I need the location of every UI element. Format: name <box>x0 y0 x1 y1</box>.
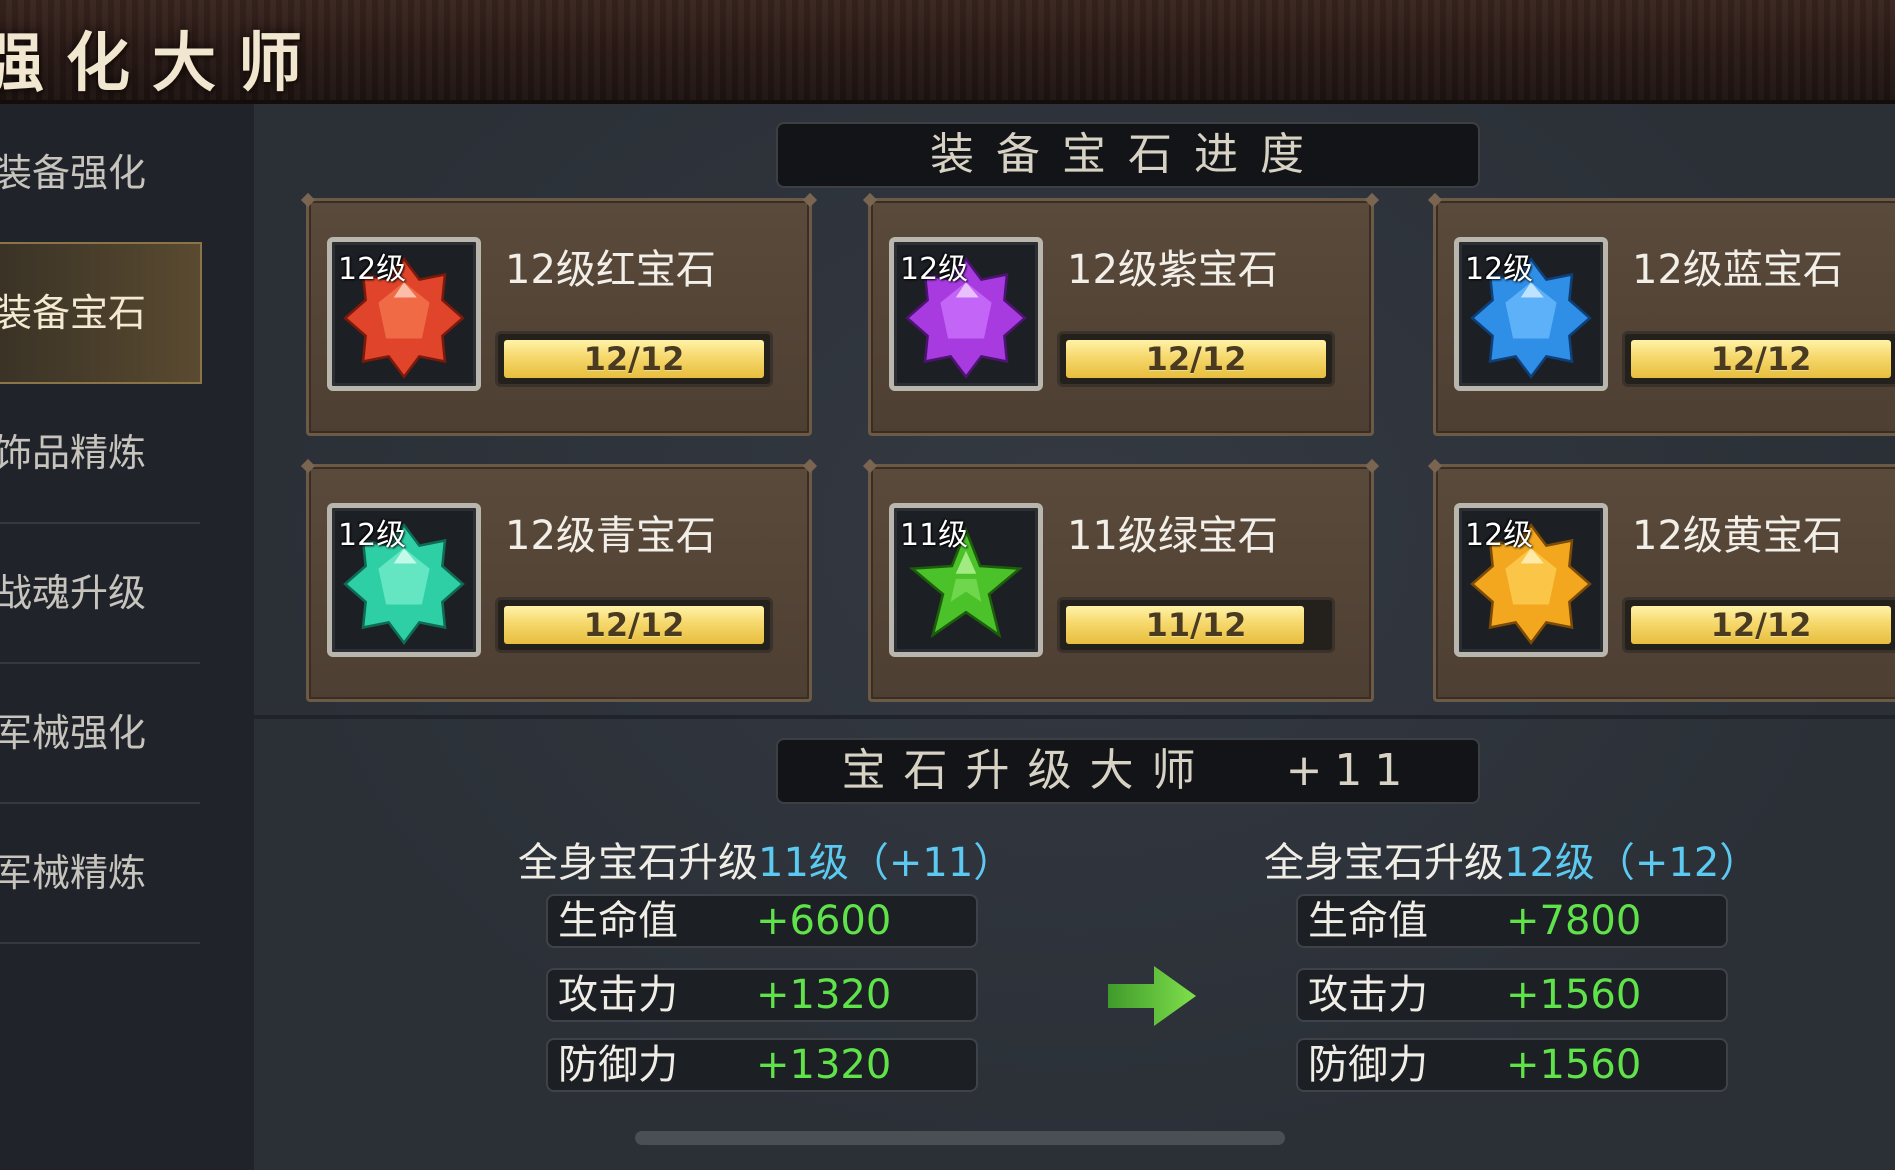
gem-level-badge: 11级 <box>900 518 969 553</box>
gem-card-purple[interactable]: 12级 12级紫宝石 12/12 <box>868 198 1374 436</box>
gem-name: 12级红宝石 <box>505 247 716 293</box>
stat-value: +1320 <box>756 1042 892 1088</box>
sidebar-item-war-soul-upgrade[interactable]: 战魂升级 <box>0 524 200 664</box>
current-tier-title: 全身宝石升级11级（+11） <box>518 830 1013 888</box>
current-tier-prefix: 全身宝石升级 <box>518 840 758 886</box>
next-tier-prefix: 全身宝石升级 <box>1264 840 1504 886</box>
main-panel: 装备宝石进度 12级 12级红宝石 12/12 12级 12级紫宝石 12/12… <box>254 104 1895 1170</box>
gem-progress-text: 12/12 <box>583 606 685 644</box>
gem-progress-header: 装备宝石进度 <box>776 122 1480 188</box>
gem-progress-text: 12/12 <box>1710 340 1812 378</box>
gem-progress-bar: 11/12 <box>1057 597 1335 653</box>
next-stat-defense: 防御力 +1560 <box>1296 1038 1728 1092</box>
gem-progress-bar: 12/12 <box>1622 597 1895 653</box>
gem-card-cyan[interactable]: 12级 12级青宝石 12/12 <box>306 464 812 702</box>
gem-progress-text: 11/12 <box>1145 606 1247 644</box>
gem-card-yellow[interactable]: 12级 12级黄宝石 12/12 <box>1433 464 1895 702</box>
stat-label: 生命值 <box>1308 898 1428 944</box>
window-title: 强化大师 <box>0 26 324 101</box>
gem-progress-bar: 12/12 <box>1622 331 1895 387</box>
stat-label: 攻击力 <box>558 972 678 1018</box>
next-tier-level: 12级（+12） <box>1504 840 1760 886</box>
current-tier-level: 11级（+11） <box>758 840 1014 886</box>
stat-value: +1320 <box>756 972 892 1018</box>
gem-card-blue[interactable]: 12级 12级蓝宝石 12/12 <box>1433 198 1895 436</box>
gem-level-badge: 12级 <box>1465 518 1534 553</box>
gem-name: 12级紫宝石 <box>1067 247 1278 293</box>
scrollbar[interactable] <box>635 1131 1285 1145</box>
sidebar-item-armament-enhance[interactable]: 军械强化 <box>0 664 200 804</box>
gem-frame: 12级 <box>327 237 481 391</box>
gem-frame: 12级 <box>1454 503 1608 657</box>
next-stat-hp: 生命值 +7800 <box>1296 894 1728 948</box>
gem-frame: 12级 <box>327 503 481 657</box>
gem-level-badge: 12级 <box>900 252 969 287</box>
current-stat-hp: 生命值 +6600 <box>546 894 978 948</box>
sidebar: 装备强化 装备宝石 饰品精炼 战魂升级 军械强化 军械精炼 <box>0 104 254 1170</box>
section-divider <box>254 715 1895 719</box>
sidebar-item-armament-refine[interactable]: 军械精炼 <box>0 804 200 944</box>
gem-master-header: 宝石升级大师 +11 <box>776 738 1480 804</box>
gem-name: 12级青宝石 <box>505 513 716 559</box>
current-stat-attack: 攻击力 +1320 <box>546 968 978 1022</box>
stat-value: +1560 <box>1506 972 1642 1018</box>
gem-level-badge: 12级 <box>1465 252 1534 287</box>
title-bar: 强化大师 <box>0 0 1895 104</box>
sidebar-item-accessory-refine[interactable]: 饰品精炼 <box>0 384 200 524</box>
gem-card-green[interactable]: 11级 11级绿宝石 11/12 <box>868 464 1374 702</box>
gem-card-red[interactable]: 12级 12级红宝石 12/12 <box>306 198 812 436</box>
gem-name: 12级蓝宝石 <box>1632 247 1843 293</box>
gem-frame: 11级 <box>889 503 1043 657</box>
stat-value: +1560 <box>1506 1042 1642 1088</box>
gem-master-title: 宝石升级大师 <box>841 745 1214 796</box>
gem-progress-bar: 12/12 <box>495 597 773 653</box>
gem-progress-text: 12/12 <box>583 340 685 378</box>
gem-progress-bar: 12/12 <box>495 331 773 387</box>
sidebar-item-equipment-enhance[interactable]: 装备强化 <box>0 104 200 244</box>
gem-progress-bar: 12/12 <box>1057 331 1335 387</box>
right-arrow-icon <box>1108 966 1196 1026</box>
sidebar-item-equipment-gems[interactable]: 装备宝石 <box>0 242 202 384</box>
stat-label: 攻击力 <box>1308 972 1428 1018</box>
gem-frame: 12级 <box>889 237 1043 391</box>
stat-label: 生命值 <box>558 898 678 944</box>
gem-frame: 12级 <box>1454 237 1608 391</box>
gem-level-badge: 12级 <box>338 518 407 553</box>
gem-name: 12级黄宝石 <box>1632 513 1843 559</box>
next-tier-title: 全身宝石升级12级（+12） <box>1264 830 1759 888</box>
stat-label: 防御力 <box>558 1042 678 1088</box>
next-stat-attack: 攻击力 +1560 <box>1296 968 1728 1022</box>
gem-name: 11级绿宝石 <box>1067 513 1278 559</box>
stat-value: +7800 <box>1506 898 1642 944</box>
stat-label: 防御力 <box>1308 1042 1428 1088</box>
stat-value: +6600 <box>756 898 892 944</box>
gem-master-bonus: +11 <box>1285 745 1415 796</box>
gem-progress-text: 12/12 <box>1710 606 1812 644</box>
current-stat-defense: 防御力 +1320 <box>546 1038 978 1092</box>
gem-progress-text: 12/12 <box>1145 340 1247 378</box>
gem-level-badge: 12级 <box>338 252 407 287</box>
